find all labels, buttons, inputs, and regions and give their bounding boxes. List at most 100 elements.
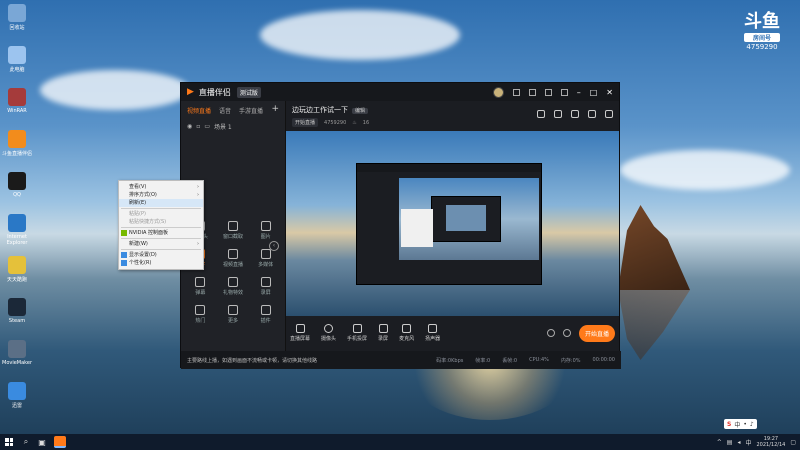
record-button[interactable]: 录屏 — [378, 324, 388, 342]
context-menu-item[interactable]: 个性化(R) — [119, 259, 203, 267]
search-icon[interactable]: ⌕ — [18, 434, 34, 450]
record-tool[interactable]: 录屏 — [249, 277, 282, 296]
ime-bar[interactable]: S 中 • ♪ — [724, 419, 757, 429]
image-tool-icon — [260, 221, 271, 231]
mic-button[interactable]: 麦克风 — [399, 324, 414, 342]
media-tool[interactable]: 多媒体 — [249, 249, 282, 268]
tab-voice[interactable]: 语音 — [219, 106, 231, 115]
desktop-icon-app-yellow[interactable]: 天天酷跑 — [2, 256, 32, 283]
status-metric: 丢帧:0 — [502, 357, 518, 364]
desktop-icon-label: Steam — [8, 318, 26, 324]
camera-button[interactable]: 摄像头 — [321, 324, 336, 342]
internet-explorer-icon — [8, 214, 26, 232]
chevron-up-icon[interactable]: ^ — [717, 439, 722, 446]
desktop-icon-computer[interactable]: 此电脑 — [2, 46, 32, 73]
scene-row[interactable]: ◉ ▫ ▭ 场景 1 — [181, 120, 285, 133]
ime-mode[interactable]: 中 — [734, 420, 740, 429]
bell-icon[interactable] — [588, 110, 596, 118]
start-button[interactable] — [0, 434, 18, 450]
window-tool[interactable]: 窗口截取 — [217, 221, 250, 240]
add-scene-icon[interactable]: + — [271, 105, 279, 115]
mic-icon — [402, 324, 412, 333]
tool-label: 更多 — [227, 318, 238, 324]
cloud — [620, 150, 790, 190]
desktop-icon-internet-explorer[interactable]: Internet Explorer — [2, 214, 32, 246]
monitor-icon: ▭ — [204, 123, 210, 130]
tab-mobile[interactable]: 手游直播 — [239, 106, 263, 115]
plugin-tool-icon — [260, 305, 271, 315]
skin-icon[interactable] — [528, 88, 536, 96]
desktop-icon-qq[interactable]: QQ — [2, 172, 32, 198]
desktop-icon-winrar[interactable]: WinRAR — [2, 88, 32, 114]
gift-tool[interactable]: 礼物特效 — [217, 277, 250, 296]
nested-window-preview — [356, 163, 542, 285]
menu-item-label: 显示设置(D) — [129, 252, 157, 258]
share-icon[interactable] — [605, 110, 613, 118]
settings-icon[interactable] — [544, 88, 552, 96]
eye-icon[interactable] — [546, 329, 555, 337]
danmu-tool[interactable]: 弹幕 — [184, 277, 217, 296]
message-icon[interactable] — [512, 88, 520, 96]
desktop-icon-live-companion[interactable]: 斗鱼直播伴侣 — [2, 130, 32, 157]
start-live-button[interactable]: 开始直播 — [578, 324, 615, 342]
task-view-icon[interactable]: ▣ — [34, 434, 50, 450]
nested-preview-3 — [446, 205, 486, 231]
desktop-icon-label: 此电脑 — [9, 67, 25, 73]
taskbar-live-companion[interactable] — [54, 436, 66, 448]
menu-icon[interactable] — [560, 88, 568, 96]
context-menu-item[interactable]: 新建(W) › — [119, 240, 203, 248]
clock[interactable]: 19:27 2021/12/14 — [757, 436, 786, 448]
notification-icon[interactable]: ▢ — [790, 439, 796, 446]
more-tool[interactable]: 更多 — [217, 305, 250, 324]
cloud — [40, 70, 190, 110]
windows-icon — [5, 438, 13, 446]
context-menu-item: 粘贴(P) — [119, 210, 203, 218]
control-label: 摄像头 — [321, 336, 337, 342]
avatar[interactable] — [492, 86, 504, 98]
maximize-icon[interactable]: □ — [590, 88, 598, 97]
lock-icon[interactable]: ▫ — [196, 123, 200, 130]
context-menu-item[interactable]: 排序方式(O) › — [119, 191, 203, 199]
speaker-button[interactable]: 扬声器 — [425, 324, 440, 342]
eye-icon[interactable]: ◉ — [187, 123, 192, 130]
desktop-icon-moviemaker[interactable]: MovieMaker — [2, 340, 32, 366]
desktop-icon-steam[interactable]: Steam — [2, 298, 32, 324]
hot-tool[interactable]: 热门 — [184, 305, 217, 324]
stream-preview[interactable] — [286, 131, 619, 316]
context-menu-item[interactable]: 查看(V) › — [119, 183, 203, 191]
live-companion-icon — [8, 130, 26, 148]
mic-icon[interactable]: ♪ — [750, 421, 754, 428]
context-menu-item[interactable]: 显示设置(D) — [119, 251, 203, 259]
chevron-right-icon: › — [197, 192, 199, 198]
camera-icon — [324, 324, 334, 333]
punct-icon[interactable]: • — [743, 421, 747, 428]
volume-icon[interactable]: ◂ — [737, 439, 740, 446]
edit-button[interactable]: 编辑 — [352, 108, 369, 114]
category-button[interactable]: 开始直播 — [292, 118, 319, 127]
gear-icon[interactable] — [562, 329, 571, 337]
minimize-icon[interactable]: – — [577, 88, 581, 97]
lock-icon[interactable] — [554, 110, 562, 118]
ime-tray-icon[interactable]: 中 — [745, 438, 751, 447]
plugin-tool[interactable]: 插件 — [249, 305, 282, 324]
system-tray: ^ ▤ ◂ 中 19:27 2021/12/14 ▢ — [717, 436, 800, 448]
tool-label: 录屏 — [260, 290, 271, 296]
context-menu-item[interactable]: NVIDIA 控制面板 — [119, 229, 203, 237]
taskbar: ⌕ ▣ ^ ▤ ◂ 中 19:27 2021/12/14 ▢ — [0, 434, 800, 450]
app-yellow-icon — [8, 256, 26, 274]
network-icon[interactable]: ▤ — [727, 439, 733, 446]
gift-icon[interactable] — [537, 110, 545, 118]
close-icon[interactable]: ✕ — [606, 88, 613, 97]
desktop-icon-recycle-bin[interactable]: 回收站 — [2, 4, 32, 31]
video-tool[interactable]: 视频直播 — [217, 249, 250, 268]
image-tool[interactable]: 图片 — [249, 221, 282, 240]
menu-item-label: 个性化(R) — [129, 260, 152, 266]
tab-video[interactable]: 视频直播 — [187, 106, 211, 115]
stream-title: 边玩边工作试一下 — [292, 106, 348, 114]
menu-item-label: 粘贴(P) — [129, 211, 146, 217]
screen-share-button[interactable]: 直播屏幕 — [290, 324, 310, 342]
context-menu-item[interactable]: 刷新(E) — [119, 199, 203, 207]
phone-cast-button[interactable]: 手机投屏 — [347, 324, 367, 342]
desktop-icon-app-blue[interactable]: 迅雷 — [2, 382, 32, 409]
fan-icon[interactable] — [571, 110, 579, 118]
